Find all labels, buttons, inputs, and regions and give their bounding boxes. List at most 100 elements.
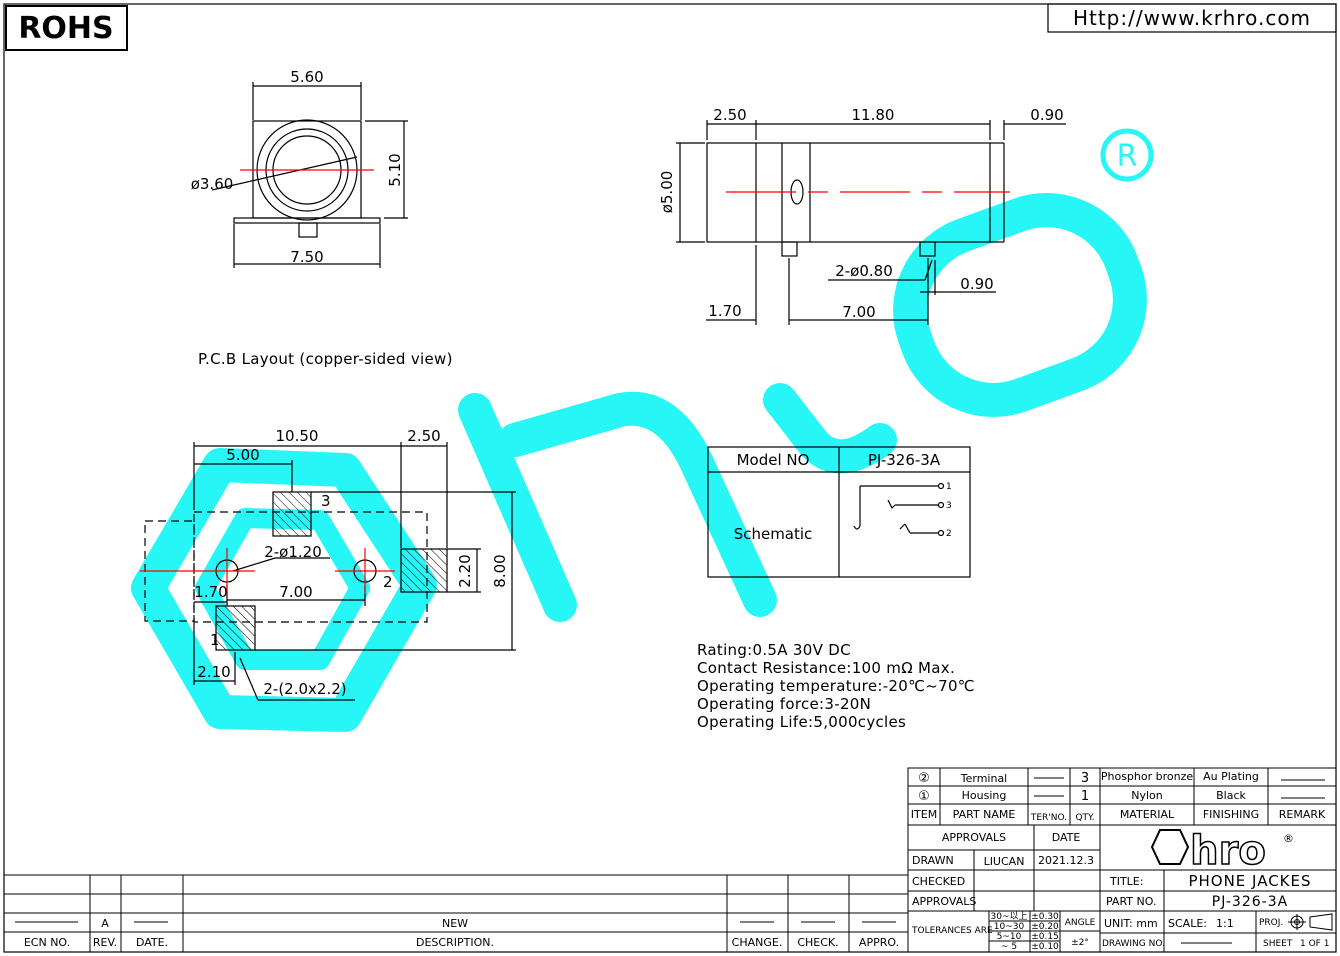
tb-tol-range: 5~10 [997,932,1022,942]
tb-tol-value: ±0.10 [1031,942,1059,952]
schematic-pin-1: 1 [946,482,952,492]
bom-material: Nylon [1131,789,1163,802]
rev-value: A [101,917,109,930]
company-logo: hro [1190,828,1266,874]
side-dim-diameter-label: ø5.00 [658,171,676,214]
pcb-dim-pad-offset-label: 2.10 [197,663,230,681]
side-dim-left-label: 2.50 [713,106,746,124]
logo-registered-mark: ® [1283,832,1294,845]
model-no-value: PJ-326-3A [868,451,941,469]
tb-proj-label: PROJ. [1259,918,1283,928]
tb-drawn-date: 2021.12.3 [1038,854,1094,867]
rev-description-value: NEW [442,917,468,930]
tb-angle-value: ±2° [1071,938,1089,948]
schematic-pin-2: 2 [946,529,952,539]
front-width-bottom-label: 7.50 [290,248,323,266]
pcb-dim-pad-label: 2.20 [456,554,474,587]
hro-watermark: R [131,128,1154,732]
front-width-top-label: 5.60 [290,68,323,86]
tb-tol-value: ±0.20 [1031,922,1059,932]
tb-tol-range: ~ 5 [1001,942,1017,952]
bom-qty: 3 [1081,771,1089,786]
pcb-dim-pad-size-label: 2-(2.0x2.2) [263,680,346,698]
pcb-dim-front-label: 1.70 [194,583,227,601]
tb-title-label: TITLE: [1109,875,1143,888]
side-dim-spacing-label: 7.00 [842,303,875,321]
bom-header-material: MATERIAL [1120,808,1175,821]
bom-finish: Black [1216,789,1246,802]
side-dim-pins-label: 2-ø0.80 [835,262,893,280]
spec-line: Operating temperature:-20℃~70℃ [697,677,975,695]
schematic-label: Schematic [734,525,813,543]
watermark-registered-mark: R [1117,139,1138,174]
bom-qty: 1 [1081,789,1089,804]
tb-tolerances-label: TOLERANCES ARE [911,926,993,936]
tb-tol-range: 10~30 [994,922,1025,932]
tb-approvals-header: APPROVALS [942,831,1006,844]
pcb-dim-tail-label: 2.50 [407,427,440,445]
tb-part-no-value: PJ-326-3A [1212,894,1288,910]
pcb-dim-half-label: 5.00 [226,446,259,464]
front-height-label: 5.10 [386,153,404,186]
tb-unit: UNIT: mm [1104,917,1158,930]
bom-header-ter-no: TER'NO. [1030,813,1067,823]
tb-approvals-label: APPROVALS [912,895,976,908]
tb-drawn-label: DRAWN [912,854,954,867]
schematic-pin-3: 3 [946,501,952,511]
bom-row-number: ① [918,789,930,804]
bom-part-name: Housing [962,789,1007,802]
rev-check-header: CHECK. [797,936,838,949]
side-dim-right-label: 0.90 [1030,106,1063,124]
engineering-drawing: R ROHS Http://www.krhro.com 5.60 ø3.60 5… [3,3,1337,953]
pcb-pin1-label: 1 [210,631,220,649]
tb-angle-label: ANGLE [1065,918,1096,928]
pcb-pin3-label: 3 [321,492,331,510]
spec-line: Operating force:3-20N [697,695,871,713]
bom-material: Phosphor bronze [1101,770,1194,783]
website-url[interactable]: Http://www.krhro.com [1073,6,1311,30]
rev-date-header: DATE. [136,936,168,949]
tb-checked-label: CHECKED [912,875,965,888]
pcb-layout-caption: P.C.B Layout (copper-sided view) [198,350,453,368]
rev-appro-header: APPRO. [859,936,899,949]
side-dim-pin-offset-label: 0.90 [960,275,993,293]
pcb-dim-holes-label: 2-ø1.20 [264,543,322,561]
tb-part-no-label: PART NO. [1106,895,1156,908]
bom-header-remark: REMARK [1279,808,1326,821]
bom-header-item: ITEM [911,808,937,821]
rev-change-header: CHANGE. [732,936,783,949]
bom-header-finishing: FINISHING [1203,808,1259,821]
tb-scale-value: 1:1 [1216,917,1234,930]
tb-scale-label: SCALE: [1168,917,1207,930]
specifications: Rating:0.5A 30V DC Contact Resistance:10… [697,641,975,731]
rev-rev-header: REV. [93,936,117,949]
tb-tol-value: ±0.30 [1031,912,1059,922]
pcb-dim-height-label: 8.00 [491,554,509,587]
tb-tol-range: 30~以上 [991,911,1028,922]
bom-part-name: Terminal [960,772,1008,785]
spec-line: Operating Life:5,000cycles [697,713,906,731]
rev-ecn-header: ECN NO. [24,936,70,949]
tb-sheet-label: SHEET [1263,939,1293,949]
bom-row-number: ② [918,771,930,786]
rev-description-header: DESCRIPTION. [416,936,494,949]
bom-finish: Au Plating [1203,770,1259,783]
rohs-label: ROHS [18,11,113,46]
side-dim-length-label: 11.80 [852,106,895,124]
front-diameter-label: ø3.60 [191,175,234,193]
pcb-dim-spacing-label: 7.00 [279,583,312,601]
spec-line: Contact Resistance:100 mΩ Max. [697,659,955,677]
front-view [211,82,408,268]
pcb-pin2-label: 2 [383,573,393,591]
tb-drawn-by: LIUCAN [984,855,1025,868]
tb-tol-value: ±0.15 [1031,932,1059,942]
tb-drawing-no-label: DRAWING NO. [1102,939,1165,949]
side-dim-front-label: 1.70 [708,302,741,320]
tb-date-header: DATE [1052,831,1081,844]
bom-header-part-name: PART NAME [953,808,1016,821]
tb-sheet-value: 1 OF 1 [1300,939,1329,949]
tb-title-value: PHONE JACKES [1188,872,1311,890]
model-no-label: Model NO [737,451,810,469]
bom-header-qty: QTY. [1075,813,1094,823]
spec-line: Rating:0.5A 30V DC [697,641,851,659]
